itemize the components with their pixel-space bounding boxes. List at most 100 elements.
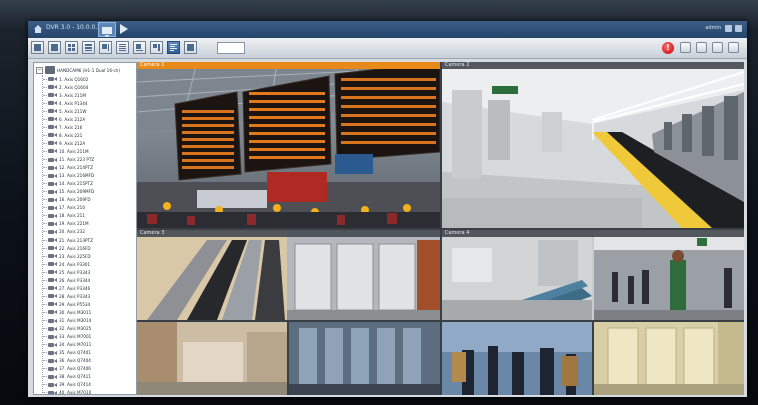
tree-camera-item[interactable]: 14. Axis 215PTZ (43, 180, 93, 188)
tree-branch (43, 134, 47, 136)
camera-tile-1-titlebar[interactable]: Camera 1 (137, 62, 440, 69)
layout-3x3-icon[interactable] (82, 41, 95, 54)
fullscreen-icon[interactable] (728, 42, 739, 53)
camera-tile-3-titlebar[interactable]: Camera 3 (137, 230, 440, 237)
user-menu[interactable]: admin (705, 25, 721, 31)
camera-tile-4[interactable]: Camera 4 (442, 230, 744, 320)
tree-camera-item[interactable]: 33. Axis M7001 (43, 333, 91, 341)
tree-camera-item[interactable]: 38. Axis Q7411 (43, 373, 91, 381)
tree-camera-item[interactable]: 7. Axis 216 (43, 123, 82, 131)
tree-camera-item[interactable]: 4. Axis P1344 (43, 99, 88, 107)
tree-camera-label: 21. Axis 213PTZ (59, 237, 93, 243)
tree-camera-item[interactable]: 6. Axis 212A (43, 115, 85, 123)
tree-camera-item[interactable]: 18. Axis 211 (43, 212, 85, 220)
layout-2x2-icon[interactable] (65, 41, 78, 54)
tree-camera-item[interactable]: 12. Axis 214PTZ (43, 164, 93, 172)
camera-icon (48, 197, 57, 203)
gear-icon[interactable] (735, 25, 742, 32)
tree-camera-item[interactable]: 29. Axis P5534 (43, 300, 90, 308)
tree-root[interactable]: − HANDCAM6 (H1-1 Dual 16-ch) (36, 65, 120, 75)
tree-camera-item[interactable]: 35. Axis Q7401 (43, 349, 91, 357)
layout-sequence-icon[interactable] (184, 41, 197, 54)
tree-camera-item[interactable]: 19. Axis 221M (43, 220, 89, 228)
camera-tile-8[interactable] (594, 322, 744, 395)
tree-camera-item[interactable]: 11. Axis 223 PTZ (43, 156, 94, 164)
tree-branch (43, 86, 47, 88)
tree-camera-item[interactable]: 3. Axis 211M (43, 91, 86, 99)
record-icon[interactable] (696, 42, 707, 53)
layout-toolbar: ! (28, 38, 747, 59)
layout-1plus5-icon[interactable] (99, 41, 112, 54)
tree-camera-item[interactable]: 40. Axis M7010 (43, 389, 91, 394)
device-tree[interactable]: − HANDCAM6 (H1-1 Dual 16-ch) 1. Axis Q16… (33, 62, 137, 395)
tree-branch (43, 279, 47, 281)
tree-camera-item[interactable]: 26. Axis P3344 (43, 276, 90, 284)
tree-camera-item[interactable]: 23. Axis 225FD (43, 252, 91, 260)
tree-camera-item[interactable]: 31. Axis M3014 (43, 317, 91, 325)
layout-1plus7-icon[interactable] (133, 41, 146, 54)
tree-camera-item[interactable]: 28. Axis P3343 (43, 292, 90, 300)
tree-camera-item[interactable]: 39. Axis Q7414 (43, 381, 91, 389)
snapshot-icon[interactable] (680, 42, 691, 53)
layout-1plus12-icon[interactable] (150, 41, 163, 54)
tree-camera-item[interactable]: 34. Axis M7011 (43, 341, 91, 349)
tree-camera-item[interactable]: 8. Axis 221 (43, 131, 82, 139)
tree-camera-item[interactable]: 36. Axis Q7404 (43, 357, 91, 365)
tree-camera-item[interactable]: 21. Axis 213PTZ (43, 236, 93, 244)
tree-camera-item[interactable]: 22. Axis 216FD (43, 244, 91, 252)
camera-tile-5[interactable] (137, 322, 287, 395)
tree-branch (43, 263, 47, 265)
layout-1x1-icon[interactable] (31, 41, 44, 54)
tree-camera-item[interactable]: 17. Axis 210 (43, 204, 85, 212)
tree-camera-item[interactable]: 24. Axis P3301 (43, 260, 90, 268)
tree-camera-label: 37. Axis Q7406 (59, 366, 91, 372)
tree-camera-label: 17. Axis 210 (59, 205, 86, 211)
tree-camera-item[interactable]: 32. Axis M3025 (43, 325, 91, 333)
tree-camera-item[interactable]: 15. Axis 209MFD (43, 188, 94, 196)
tree-camera-item[interactable]: 37. Axis Q7406 (43, 365, 91, 373)
tree-branch (43, 126, 47, 128)
vms-window: DVR 3.0 - 10.0.0.237 admin ! − HANDCAM6 … (28, 21, 747, 397)
tree-camera-label: 34. Axis M7011 (59, 342, 92, 348)
tree-camera-item[interactable]: 25. Axis P3343 (43, 268, 90, 276)
camera-tile-7[interactable] (442, 322, 592, 395)
tree-camera-label: 3. Axis 211M (59, 92, 86, 98)
tree-camera-item[interactable]: 10. Axis 211M (43, 147, 89, 155)
camera-tile-6[interactable] (289, 322, 440, 395)
alarm-icon[interactable]: ! (662, 42, 674, 54)
monitor-icon[interactable] (98, 22, 116, 37)
tree-branch (43, 150, 47, 152)
camera-tile-1[interactable]: Camera 1 (137, 62, 440, 228)
home-icon[interactable] (34, 25, 42, 33)
tree-camera-item[interactable]: 2. Axis Q1604 (43, 83, 88, 91)
collapse-icon[interactable]: − (36, 66, 43, 74)
tree-camera-item[interactable]: 20. Axis 232 (43, 228, 85, 236)
layout-single-icon[interactable] (48, 41, 61, 54)
tree-camera-label: 35. Axis Q7401 (59, 350, 91, 356)
tree-camera-label: 6. Axis 212A (59, 116, 86, 122)
tree-camera-item[interactable]: 9. Axis 212A (43, 139, 85, 147)
camera-2-feed (442, 62, 744, 228)
tree-camera-item[interactable]: 27. Axis P3346 (43, 284, 90, 292)
tree-camera-item[interactable]: 13. Axis 216MFD (43, 172, 94, 180)
layout-4x4-icon[interactable] (116, 41, 129, 54)
lock-icon[interactable] (725, 25, 732, 32)
tree-branch (43, 94, 47, 96)
tree-camera-item[interactable]: 30. Axis M3011 (43, 308, 91, 316)
camera-1-feed (137, 62, 440, 228)
camera-tile-4-titlebar[interactable]: Camera 4 (442, 230, 744, 237)
layout-custom-icon[interactable] (167, 41, 180, 54)
tree-camera-item[interactable]: 1. Axis Q1602 (43, 75, 88, 83)
camera-tile-2-titlebar[interactable]: Camera 2 (442, 62, 744, 69)
tree-camera-label: 28. Axis P3343 (59, 293, 91, 299)
tree-branch (43, 199, 47, 201)
layout-dropdown[interactable] (217, 42, 245, 54)
tree-camera-item[interactable]: 5. Axis 211W (43, 107, 86, 115)
camera-tile-2[interactable]: Camera 2 (442, 62, 744, 228)
tree-camera-item[interactable]: 16. Axis 209FD (43, 196, 91, 204)
camera-tile-3[interactable]: Camera 3 (137, 230, 440, 320)
camera-icon (48, 92, 57, 98)
play-icon[interactable] (120, 24, 128, 34)
monitor-bezel: DVR 3.0 - 10.0.0.237 admin ! − HANDCAM6 … (0, 0, 758, 405)
print-icon[interactable] (712, 42, 723, 53)
